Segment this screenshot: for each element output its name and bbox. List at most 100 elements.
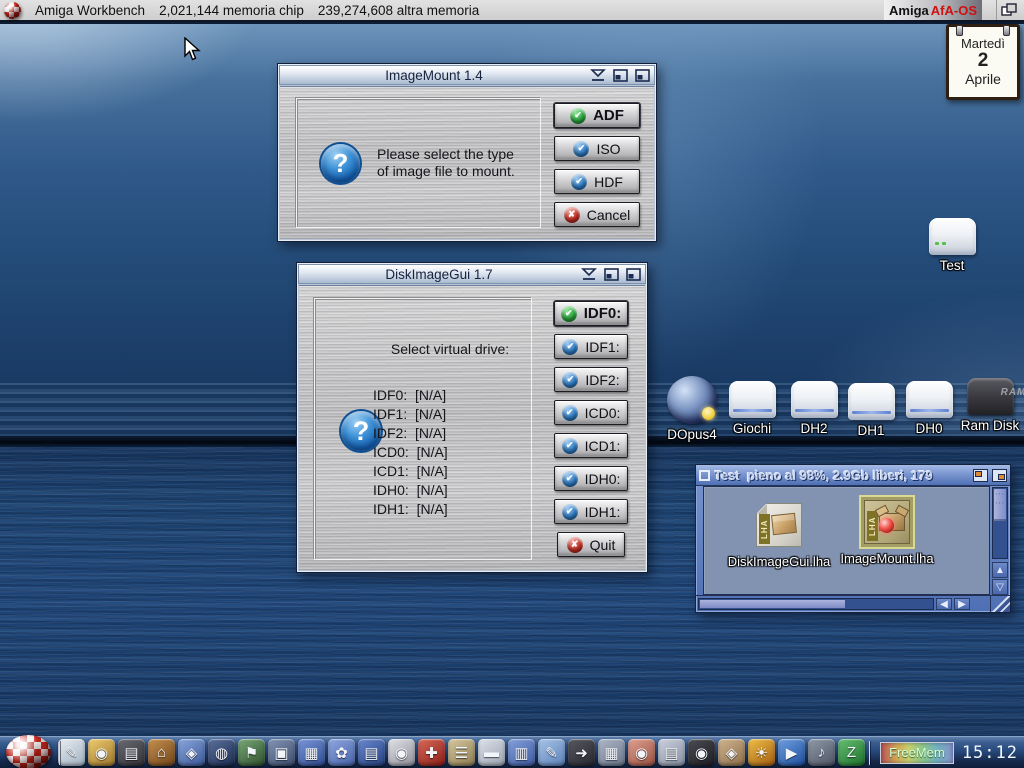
file-diskimagegui-lha[interactable]: LHA DiskImageGui.lha [727, 500, 831, 569]
film-reel-icon[interactable]: ♪ [808, 739, 835, 766]
vertical-scrollbar[interactable]: ∙∙∙∙∙∙ ▲ ▽ [990, 486, 1010, 595]
zoom-icon [613, 69, 628, 82]
address-book-icon[interactable]: ▤ [118, 739, 145, 766]
floppy-stack-icon[interactable]: ▤ [658, 739, 685, 766]
amiga-menu-ball-icon[interactable] [6, 735, 51, 768]
paint-bomb-icon[interactable]: ◉ [388, 739, 415, 766]
quit-button[interactable]: ✘ Quit [557, 532, 625, 557]
confirm-icon: ✔ [562, 504, 578, 520]
icd1-button[interactable]: ✔ ICD1: [554, 433, 628, 458]
zoom-icon [975, 471, 982, 477]
desktop-icon-dh0[interactable]: DH0 [899, 381, 959, 436]
other-memory-readout: 239,274,608 altra memoria [318, 3, 479, 18]
test-window-content: LHA DiskImageGui.lha LHA ImageMount.lha [703, 486, 990, 595]
lha-archive-icon: LHA [756, 503, 802, 547]
adf-button[interactable]: ✔ ADF [554, 103, 640, 128]
desktop-icon-giochi[interactable]: Giochi [722, 381, 782, 436]
red-arrow-icon[interactable]: ➜ [568, 739, 595, 766]
idf2-button[interactable]: ✔ IDF2: [554, 367, 628, 392]
scanner-icon[interactable]: ▬ [478, 739, 505, 766]
desktop-icon-dopus4[interactable]: DOpus4 [661, 376, 723, 442]
puzzle-blocks-icon[interactable]: ▦ [298, 739, 325, 766]
calendar-pin-icon [956, 25, 963, 36]
ascii-viewer-icon[interactable]: ◈ [178, 739, 205, 766]
icd0-button[interactable]: ✔ ICD0: [554, 400, 628, 425]
drive-status-line: ICD0: [N/A] [373, 443, 448, 462]
diskimagegui-title: DiskImageGui 1.7 [299, 267, 579, 282]
scroll-right-button[interactable]: ▶ [954, 598, 970, 610]
depth-gadget[interactable] [992, 469, 1007, 482]
briefcase-icon[interactable]: ⌂ [148, 739, 175, 766]
confirm-icon: ✔ [562, 405, 578, 421]
idh1-button[interactable]: ✔ IDH1: [554, 499, 628, 524]
drive-status-line: IDF1: [N/A] [373, 405, 448, 424]
fireball-icon[interactable]: ☀ [748, 739, 775, 766]
scroll-up-button[interactable]: ▲ [992, 562, 1008, 578]
iconify-gadget[interactable] [588, 67, 608, 83]
vscroll-thumb[interactable]: ∙∙∙∙∙∙ [994, 489, 1006, 521]
depth-icon [635, 69, 650, 82]
scroll-down-button[interactable]: ▽ [992, 579, 1008, 595]
desktop-icon-test[interactable]: Test [922, 218, 982, 273]
taskbar: ✎◉▤⌂◈◍⚑▣▦✿▤◉✚☰▬▥✎➜▦◉▤◉◈☀▶♪Z FreeMem 15:1… [0, 736, 1024, 768]
imagemount-window: ImageMount 1.4 ? Please select the type … [277, 63, 657, 242]
depth-gadget[interactable] [632, 67, 652, 83]
miami-network-icon[interactable]: ⚑ [238, 739, 265, 766]
media-player-icon[interactable]: ▶ [778, 739, 805, 766]
zoom-gadget[interactable] [610, 67, 630, 83]
ball-game-icon[interactable]: ◉ [628, 739, 655, 766]
chip-memory-readout: 2,021,144 memoria chip [159, 3, 304, 18]
open-box-icon [879, 513, 905, 531]
test-titlebar[interactable]: Test pieno al 98%, 2.9Gb liberi, 179 [696, 465, 1010, 486]
scroll-left-button[interactable]: ◀ [936, 598, 952, 610]
depth-gadget[interactable] [623, 266, 643, 282]
drive-status-line: ICD1: [N/A] [373, 462, 448, 481]
monitor-icon[interactable]: ▣ [268, 739, 295, 766]
zoom-gadget[interactable] [601, 266, 621, 282]
idh0-button[interactable]: ✔ IDH0: [554, 466, 628, 491]
iso-button[interactable]: ✔ ISO [554, 136, 640, 161]
resize-corner[interactable] [990, 595, 1010, 612]
horizontal-scrollbar[interactable]: ◀ ▶ [696, 595, 990, 612]
notepad-icon[interactable]: ✎ [538, 739, 565, 766]
subwoofer-icon[interactable]: ◉ [688, 739, 715, 766]
cancel-button[interactable]: ✘ Cancel [554, 202, 640, 227]
calendar-widget[interactable]: Martedì 2 Aprile [946, 24, 1020, 100]
disk-drive-icon [906, 381, 953, 418]
calculator-icon[interactable]: ▦ [598, 739, 625, 766]
iconify-icon [590, 69, 606, 82]
idf1-button[interactable]: ✔ IDF1: [554, 334, 628, 359]
imagemount-titlebar[interactable]: ImageMount 1.4 [279, 65, 655, 85]
desktop-icon-dh1[interactable]: DH1 [841, 383, 901, 438]
close-gadget[interactable] [699, 470, 710, 481]
document-gear-icon[interactable]: ☰ [448, 739, 475, 766]
iconify-gadget[interactable] [579, 266, 599, 282]
confirm-icon: ✔ [562, 372, 578, 388]
confirm-icon: ✔ [562, 471, 578, 487]
hdf-button[interactable]: ✔ HDF [554, 169, 640, 194]
lightbulb-icon [702, 407, 715, 420]
lha-badge: LHA [867, 511, 878, 541]
toolbox-icon[interactable]: ✚ [418, 739, 445, 766]
cancel-icon: ✘ [567, 537, 583, 553]
flower-orb-icon[interactable]: ✿ [328, 739, 355, 766]
desktop-icon-ram-disk[interactable]: RAM Ram Disk [957, 378, 1023, 433]
web-globe-icon[interactable]: ◍ [208, 739, 235, 766]
confirm-icon: ✔ [561, 306, 577, 322]
diskimagegui-titlebar[interactable]: DiskImageGui 1.7 [298, 264, 646, 284]
mui-green-icon[interactable]: Z [838, 739, 865, 766]
image-viewer-icon[interactable]: ▤ [358, 739, 385, 766]
gui-builder-icon[interactable]: ▥ [508, 739, 535, 766]
zoom-gadget[interactable] [973, 469, 988, 482]
diskimagegui-buttons: ✔ IDF0: ✔ IDF1: ✔ IDF2: ✔ ICD0: ✔ ICD1: … [554, 286, 628, 574]
vscroll-track[interactable]: ∙∙∙∙∙∙ [992, 487, 1008, 559]
cd-photos-icon[interactable]: ◈ [718, 739, 745, 766]
cd-burner-icon[interactable]: ◉ [88, 739, 115, 766]
idf0-button[interactable]: ✔ IDF0: [554, 301, 628, 326]
text-editor-icon[interactable]: ✎ [58, 739, 85, 766]
hscroll-track[interactable] [698, 598, 934, 610]
file-imagemount-lha[interactable]: LHA ImageMount.lha [835, 497, 939, 566]
desktop-icon-dh2[interactable]: DH2 [784, 381, 844, 436]
screen-depth-gadget[interactable] [996, 0, 1020, 20]
hscroll-thumb[interactable] [700, 600, 845, 608]
